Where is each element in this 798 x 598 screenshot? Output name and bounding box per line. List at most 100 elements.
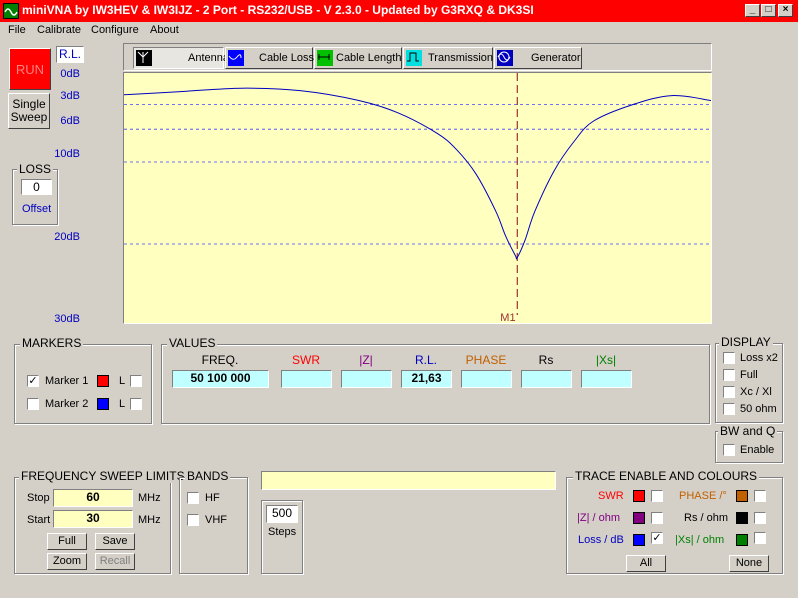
minimize-button[interactable]: _ [745,4,760,17]
hf-label: HF [205,492,220,504]
start-freq-input[interactable]: 30 [53,510,133,528]
trace-z-checkbox[interactable] [651,512,663,524]
run-label: RUN [15,62,45,77]
trace-phase-color[interactable] [736,490,748,502]
y-tick-10: 10dB [54,148,80,160]
menu-file[interactable]: File [8,24,26,36]
marker1-label: Marker 1 [45,375,89,387]
menu-calibrate[interactable]: Calibrate [37,24,81,36]
marker-m1-label: M1 [500,312,515,323]
trace-none-button[interactable]: None [729,555,769,572]
xc-xl-label: Xc / Xl [740,386,772,398]
cable-loss-icon [228,50,244,66]
full-button[interactable]: Full [47,533,87,550]
tab-cable-loss[interactable]: Cable Loss [225,47,314,69]
z-header: |Z| [359,353,373,367]
trace-xs-label: |Xs| / ohm [675,534,725,546]
stop-freq-input[interactable]: 60 [53,489,133,507]
trace-rs-color[interactable] [736,512,748,524]
start-label: Start [27,514,51,526]
progress-bar [261,471,556,490]
rl-series-line [124,87,711,260]
50-ohm-label: 50 ohm [740,403,777,415]
trace-phase-checkbox[interactable] [754,490,766,502]
menu-about[interactable]: About [150,24,179,36]
window-title: miniVNA by IW3HEV & IW3IJZ - 2 Port - RS… [22,3,534,17]
trace-all-button[interactable]: All [626,555,666,572]
tab-cable-length[interactable]: Cable Length [314,47,402,69]
marker1-checkbox[interactable]: ✓ [27,375,39,387]
marker1-l-checkbox[interactable] [130,375,142,387]
rs-value [521,370,572,388]
trace-loss-label: Loss / dB [578,534,624,546]
recall-button[interactable]: Recall [95,553,135,570]
trace-swr-checkbox[interactable] [651,490,663,502]
swr-header: SWR [292,353,320,367]
rl-chart[interactable]: M1 [124,73,711,323]
app-icon[interactable] [3,3,19,19]
full-checkbox[interactable] [723,369,735,381]
freq-header: FREQ. [201,353,239,367]
zoom-button[interactable]: Zoom [47,553,87,570]
chart-frame: M1 [123,72,712,324]
trace-swr-color[interactable] [633,490,645,502]
xs-value [581,370,632,388]
markers-title: MARKERS [20,336,84,350]
marker2-checkbox[interactable] [27,398,39,410]
bwq-enable-label: Enable [740,444,775,456]
stop-label: Stop [27,492,50,504]
menu-bar: File Calibrate Configure About [0,22,798,40]
generator-icon [497,50,513,66]
y-tick-6: 6dB [60,115,80,127]
full-label: Full [740,369,758,381]
menu-configure[interactable]: Configure [91,24,139,36]
vhf-checkbox[interactable] [187,514,199,526]
close-button[interactable]: × [778,4,793,17]
50-ohm-checkbox[interactable] [723,403,735,415]
maximize-button[interactable]: □ [761,4,776,17]
swr-value [281,370,332,388]
trace-rs-checkbox[interactable] [754,512,766,524]
trace-title: TRACE ENABLE AND COLOURS [573,469,760,483]
trace-loss-checkbox[interactable]: ✓ [651,532,663,544]
rs-header: Rs [538,353,554,367]
bands-title: BANDS [185,469,231,483]
y-tick-0: 0dB [60,68,80,80]
xs-header: |Xs| [595,353,617,367]
trace-xs-color[interactable] [736,534,748,546]
y-tick-20: 20dB [54,231,80,243]
display-title: DISPLAY [719,335,773,349]
trace-z-color[interactable] [633,512,645,524]
values-title: VALUES [167,336,218,350]
loss-offset-input[interactable]: 0 [21,179,52,195]
trace-z-label: |Z| / ohm [577,512,621,524]
bwq-title: BW and Q [718,424,778,438]
save-button[interactable]: Save [95,533,135,550]
marker2-l-checkbox[interactable] [130,398,142,410]
loss-group [12,169,58,225]
marker2-color-swatch[interactable] [97,398,109,410]
marker1-color-swatch[interactable] [97,375,109,387]
phase-value [461,370,512,388]
trace-xs-checkbox[interactable] [754,532,766,544]
tab-generator[interactable]: Generator [494,47,582,69]
y-tick-3: 3dB [60,90,80,102]
run-button[interactable]: RUN [9,48,51,90]
loss-x2-checkbox[interactable] [723,352,735,364]
hf-checkbox[interactable] [187,492,199,504]
trace-rs-label: Rs / ohm [684,512,729,524]
marker2-l-label: L [119,398,126,410]
sweep-title: FREQUENCY SWEEP LIMITS [19,469,187,483]
steps-label: Steps [268,526,297,538]
bwq-enable-checkbox[interactable] [723,444,735,456]
xc-xl-checkbox[interactable] [723,386,735,398]
stop-unit: MHz [138,492,161,504]
tab-antenna[interactable]: Antenna [133,47,229,69]
trace-swr-label: SWR [598,490,624,502]
single-sweep-button[interactable]: Single Sweep [8,93,50,129]
tab-transmission[interactable]: Transmission [403,47,493,69]
trace-loss-color[interactable] [633,534,645,546]
steps-input[interactable]: 500 [266,505,298,523]
y-tick-30: 30dB [54,313,80,325]
antenna-icon [136,50,152,66]
